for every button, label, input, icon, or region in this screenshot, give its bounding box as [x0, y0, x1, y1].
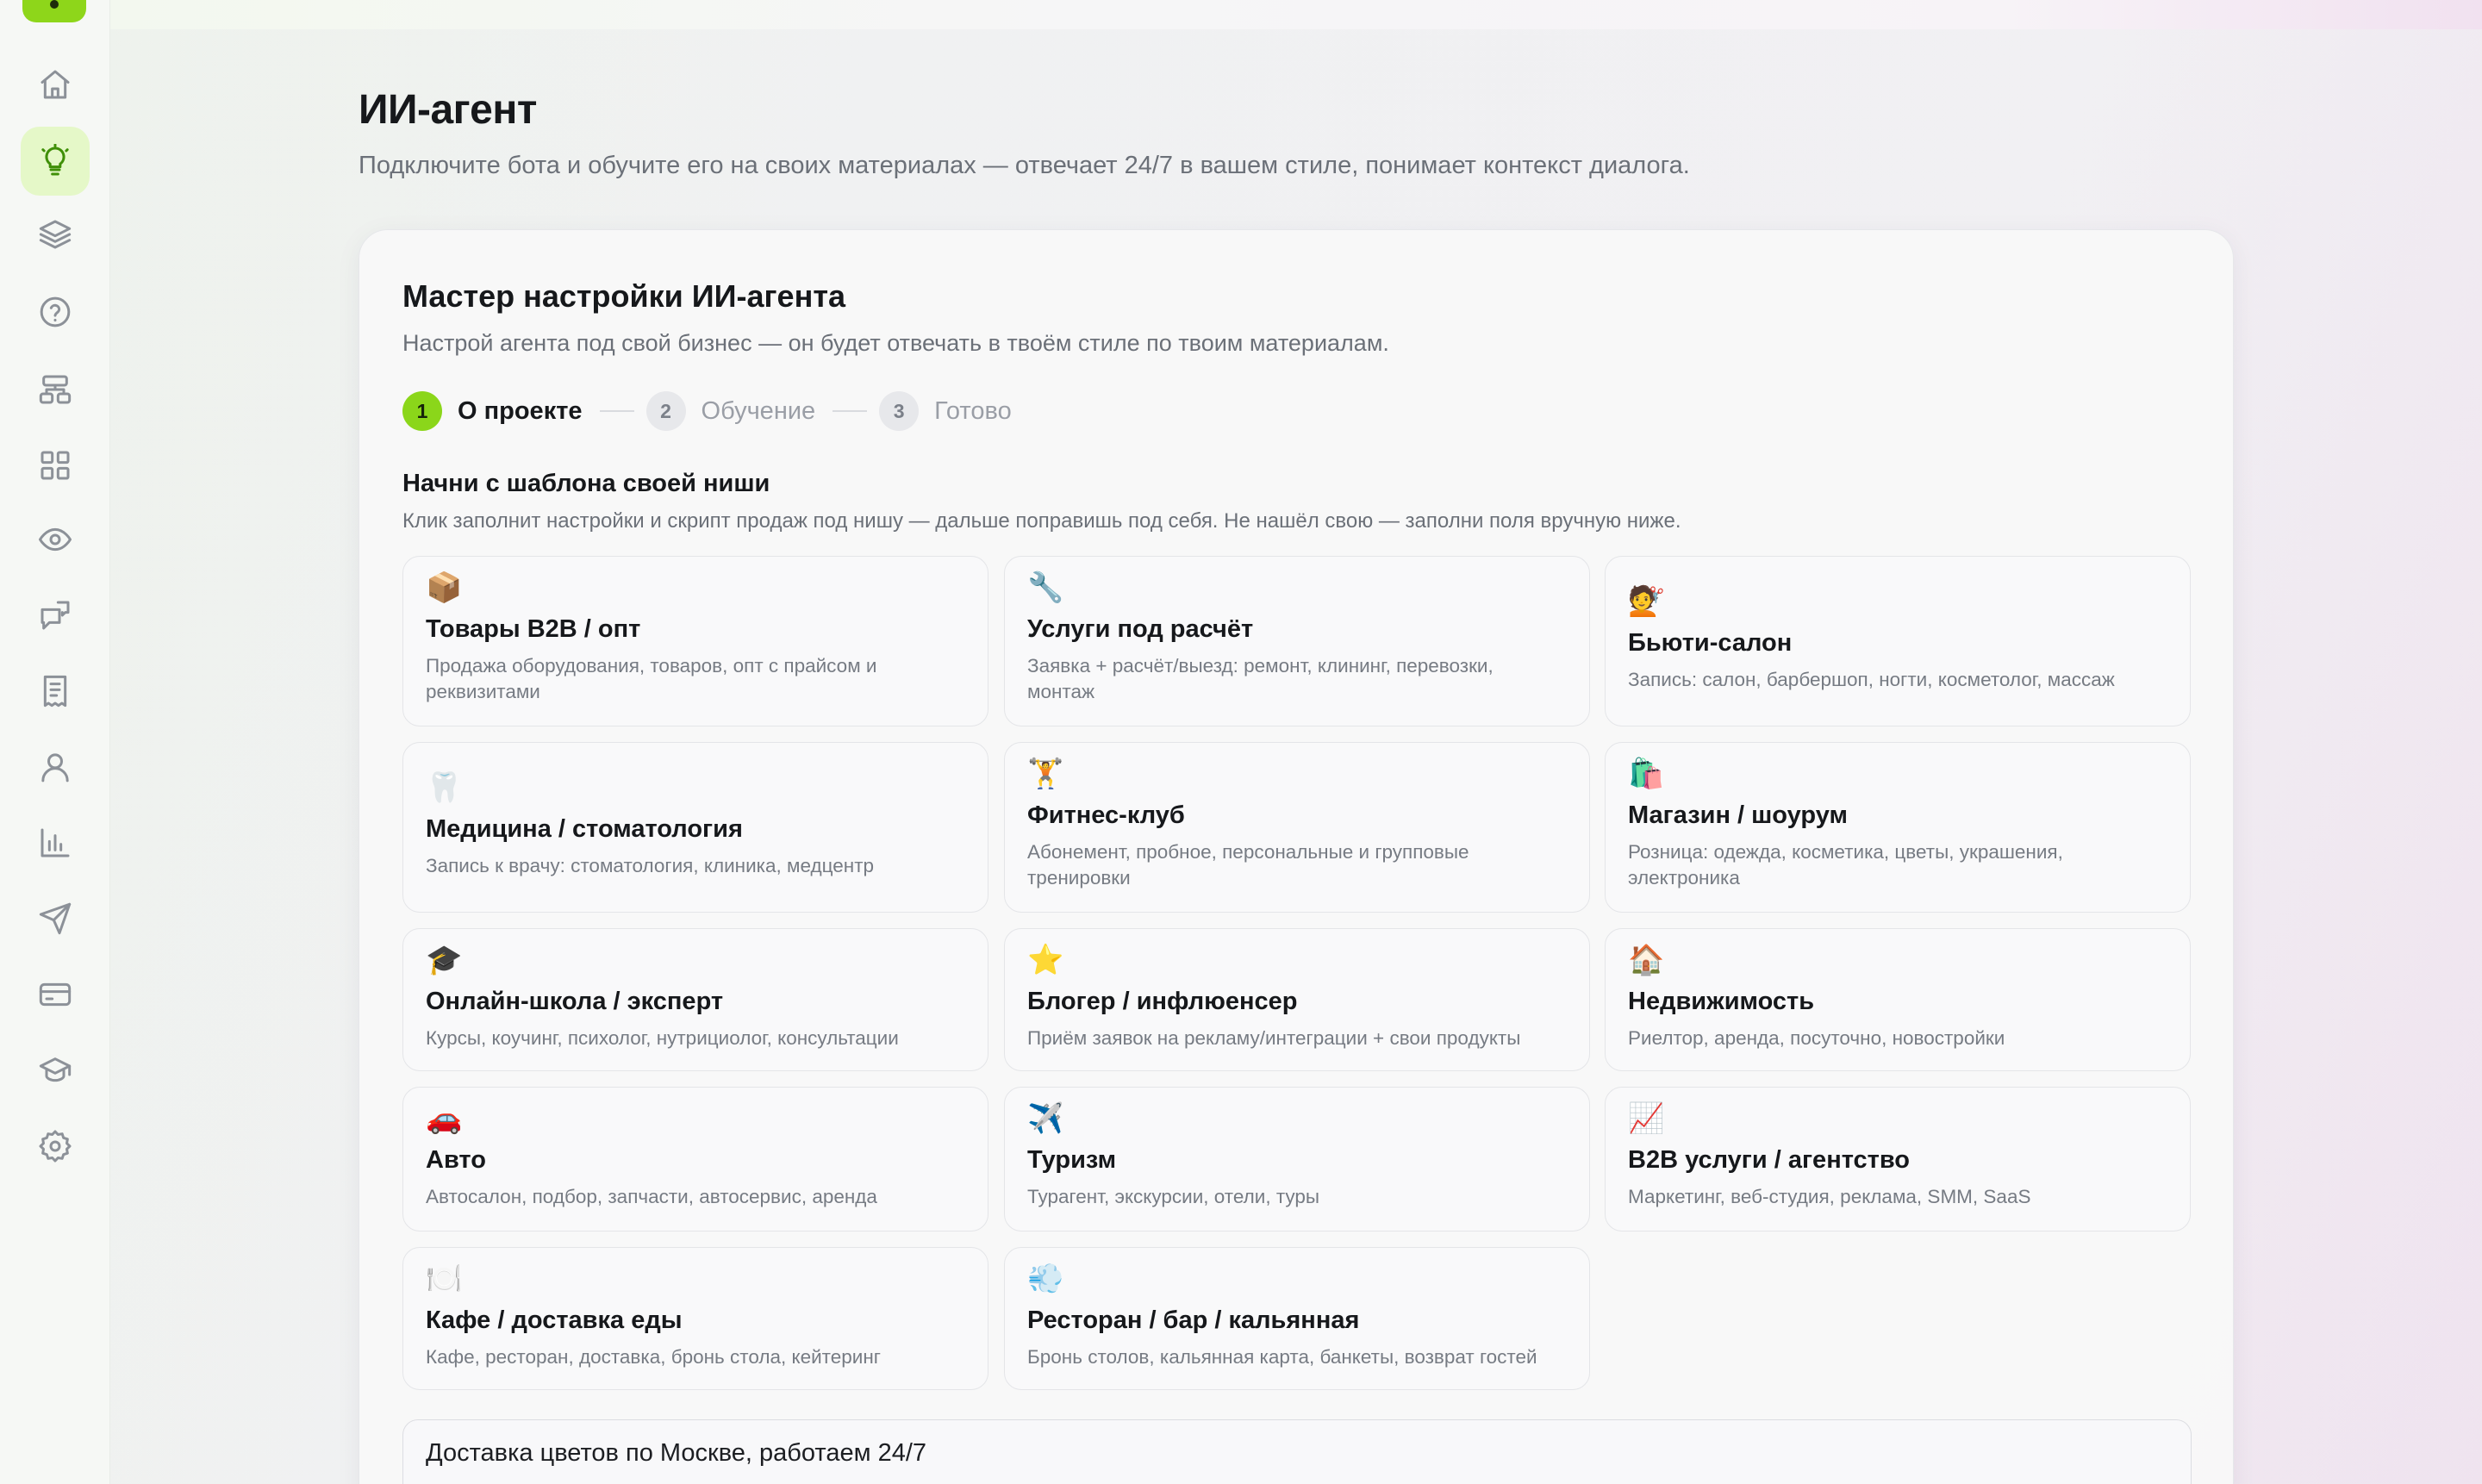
- send-icon[interactable]: [31, 895, 79, 943]
- graduation-cap-icon: 🎓: [426, 944, 463, 976]
- template-description: Продажа оборудования, товаров, опт с пра…: [426, 655, 877, 702]
- template-description: Бронь столов, кальянная карта, банкеты, …: [1027, 1346, 1537, 1368]
- wrench-icon: 🔧: [1027, 571, 1064, 604]
- lightbulb-icon[interactable]: [21, 127, 90, 196]
- airplane-icon: ✈️: [1027, 1102, 1064, 1135]
- layers-icon[interactable]: [31, 210, 79, 259]
- logo[interactable]: [22, 0, 86, 22]
- package-icon: 📦: [426, 571, 463, 604]
- template-description: Запись: салон, барбершоп, ногти, космето…: [1628, 669, 2115, 690]
- template-title: Блогер / инфлюенсер: [1027, 988, 1298, 1015]
- template-title: Ресторан / бар / кальянная: [1027, 1306, 1360, 1334]
- wizard-title: Мастер настройки ИИ-агента: [402, 278, 845, 314]
- template-b2b-goods[interactable]: 📦 Товары B2B / опт Продажа оборудования,…: [402, 556, 988, 726]
- template-title: Недвижимость: [1628, 988, 1815, 1015]
- chart-up-icon: 📈: [1628, 1102, 1665, 1135]
- house-icon: 🏠: [1628, 944, 1665, 976]
- weightlifter-icon: 🏋️: [1027, 758, 1064, 790]
- niche-heading: Начни с шаблона своей ниши: [402, 470, 770, 497]
- step-divider: [833, 410, 868, 412]
- template-title: Авто: [426, 1146, 486, 1174]
- page-title: ИИ-агент: [359, 87, 537, 133]
- template-description: Маркетинг, веб-студия, реклама, SMM, Saa…: [1628, 1186, 2031, 1207]
- home-icon[interactable]: [31, 60, 79, 109]
- plate-icon: 🍽️: [426, 1263, 463, 1295]
- template-title: Фитнес-клуб: [1027, 801, 1185, 829]
- step-training[interactable]: 2 Обучение: [645, 391, 816, 431]
- settings-icon[interactable]: [31, 1122, 79, 1170]
- template-title: Товары B2B / опт: [426, 615, 641, 643]
- template-description: Приём заявок на рекламу/интеграции + сво…: [1027, 1027, 1521, 1049]
- step-divider: [599, 410, 634, 412]
- car-icon: 🚗: [426, 1102, 463, 1135]
- top-bar: [110, 0, 2482, 29]
- template-fitness[interactable]: 🏋️ Фитнес-клуб Абонемент, пробное, персо…: [1004, 742, 1590, 913]
- haircut-icon: 💇: [1628, 585, 1665, 618]
- step-number: 1: [402, 391, 442, 431]
- step-number: 3: [879, 391, 920, 431]
- eye-icon[interactable]: [31, 515, 79, 564]
- step-number: 2: [645, 391, 686, 431]
- wizard-card: Мастер настройки ИИ-агента Настрой агент…: [359, 229, 2234, 1484]
- step-label: О проекте: [458, 396, 583, 425]
- business-description-value: Доставка цветов по Москве, работаем 24/7: [426, 1439, 927, 1467]
- template-title: Магазин / шоурум: [1628, 801, 1848, 829]
- template-restaurant-bar[interactable]: 💨 Ресторан / бар / кальянная Бронь столо…: [1004, 1247, 1590, 1390]
- niche-hint: Клик заполнит настройки и скрипт продаж …: [402, 509, 1681, 533]
- bar-chart-icon[interactable]: [31, 819, 79, 867]
- graduation-cap-icon[interactable]: [31, 1046, 79, 1094]
- step-done[interactable]: 3 Готово: [879, 391, 1012, 431]
- template-title: B2B услуги / агентство: [1628, 1146, 1911, 1174]
- template-description: Розница: одежда, косметика, цветы, украш…: [1628, 841, 2063, 889]
- template-description: Риелтор, аренда, посуточно, новостройки: [1628, 1027, 2005, 1049]
- sidebar: [0, 0, 110, 1484]
- step-label: Готово: [934, 396, 1012, 425]
- template-description: Заявка + расчёт/выезд: ремонт, клининг, …: [1027, 655, 1494, 702]
- template-title: Медицина / стоматология: [426, 815, 743, 843]
- help-circle-icon[interactable]: [31, 288, 79, 336]
- credit-card-icon[interactable]: [31, 970, 79, 1019]
- template-tourism[interactable]: ✈️ Туризм Турагент, экскурсии, отели, ту…: [1004, 1087, 1590, 1231]
- template-b2b-agency[interactable]: 📈 B2B услуги / агентство Маркетинг, веб-…: [1605, 1087, 2191, 1231]
- template-shop[interactable]: 🛍️ Магазин / шоурум Розница: одежда, кос…: [1605, 742, 2191, 913]
- flow-chart-icon[interactable]: [31, 365, 79, 414]
- template-title: Туризм: [1027, 1146, 1117, 1174]
- template-medicine[interactable]: 🦷 Медицина / стоматология Запись к врачу…: [402, 742, 988, 913]
- template-description: Кафе, ресторан, доставка, бронь стола, к…: [426, 1346, 881, 1368]
- shopping-bags-icon: 🛍️: [1628, 758, 1665, 790]
- template-real-estate[interactable]: 🏠 Недвижимость Риелтор, аренда, посуточн…: [1605, 928, 2191, 1071]
- template-services[interactable]: 🔧 Услуги под расчёт Заявка + расчёт/выез…: [1004, 556, 1590, 726]
- page-subtitle: Подключите бота и обучите его на своих м…: [359, 152, 1690, 179]
- messages-icon[interactable]: [31, 591, 79, 639]
- wizard-subtitle: Настрой агента под свой бизнес — он буде…: [402, 330, 1389, 356]
- smoke-icon: 💨: [1027, 1263, 1064, 1295]
- template-title: Бьюти-салон: [1628, 629, 1793, 657]
- template-description: Абонемент, пробное, персональные и групп…: [1027, 841, 1469, 889]
- wizard-stepper: 1 О проекте 2 Обучение 3 Готово: [402, 390, 1012, 432]
- template-blogger[interactable]: ⭐ Блогер / инфлюенсер Приём заявок на ре…: [1004, 928, 1590, 1071]
- template-description: Курсы, коучинг, психолог, нутрициолог, к…: [426, 1027, 899, 1049]
- step-label: Обучение: [701, 396, 816, 425]
- template-description: Запись к врачу: стоматология, клиника, м…: [426, 855, 875, 876]
- template-beauty-salon[interactable]: 💇 Бьюти-салон Запись: салон, барбершоп, …: [1605, 556, 2191, 726]
- template-description: Турагент, экскурсии, отели, туры: [1027, 1186, 1320, 1207]
- template-title: Услуги под расчёт: [1027, 615, 1254, 643]
- template-description: Автосалон, подбор, запчасти, автосервис,…: [426, 1186, 877, 1207]
- step-about-project[interactable]: 1 О проекте: [402, 391, 583, 431]
- tooth-icon: 🦷: [426, 771, 463, 804]
- template-online-school[interactable]: 🎓 Онлайн-школа / эксперт Курсы, коучинг,…: [402, 928, 988, 1071]
- grid-icon[interactable]: [31, 441, 79, 489]
- user-icon[interactable]: [31, 743, 79, 791]
- business-description-field[interactable]: Доставка цветов по Москве, работаем 24/7: [402, 1419, 2192, 1484]
- star-icon: ⭐: [1027, 944, 1064, 976]
- template-title: Онлайн-школа / эксперт: [426, 988, 724, 1015]
- template-cafe[interactable]: 🍽️ Кафе / доставка еды Кафе, ресторан, д…: [402, 1247, 988, 1390]
- receipt-icon[interactable]: [31, 667, 79, 715]
- template-auto[interactable]: 🚗 Авто Автосалон, подбор, запчасти, авто…: [402, 1087, 988, 1231]
- template-title: Кафе / доставка еды: [426, 1306, 683, 1334]
